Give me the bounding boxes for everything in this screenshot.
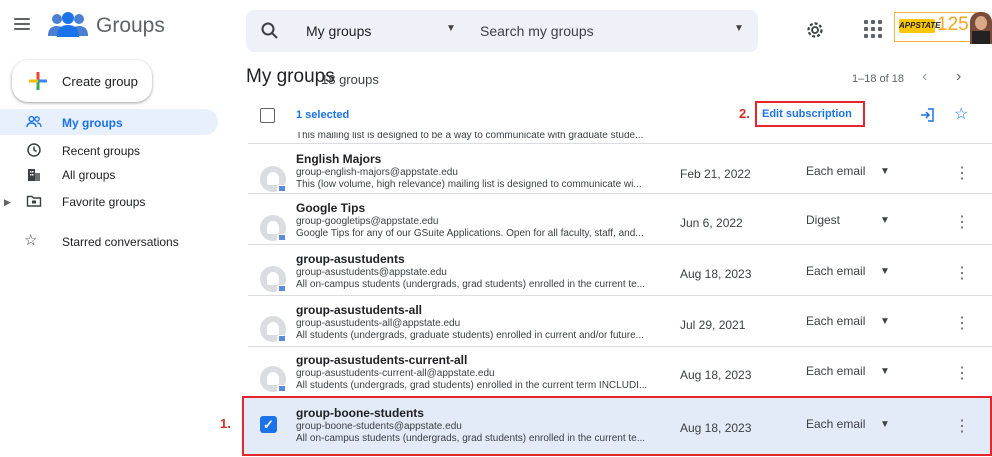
- clock-icon: [27, 143, 41, 157]
- group-name[interactable]: Google Tips: [296, 201, 365, 215]
- group-email: group-english-majors@appstate.edu: [296, 167, 458, 178]
- group-email: group-asustudents-current-all@appstate.e…: [296, 368, 495, 379]
- more-options-icon[interactable]: ⋮: [954, 212, 970, 231]
- brand-badge: APPSTATE: [899, 19, 940, 33]
- gear-icon[interactable]: [805, 20, 825, 40]
- annotation-step-2: 2.: [739, 106, 750, 121]
- subscription-select[interactable]: Digest: [806, 213, 840, 227]
- plus-icon: [29, 72, 47, 90]
- next-page-icon[interactable]: ›: [956, 68, 961, 86]
- selection-count: 1 selected: [296, 109, 350, 121]
- subscription-select[interactable]: Each email: [806, 364, 865, 378]
- annotation-step-1: 1.: [220, 416, 231, 431]
- group-date: Jun 6, 2022: [680, 216, 743, 230]
- group-avatar-icon: [260, 316, 287, 343]
- group-name[interactable]: English Majors: [296, 152, 381, 166]
- row-divider: [248, 143, 992, 144]
- main-menu-icon[interactable]: [14, 18, 30, 30]
- group-avatar-icon: [260, 366, 287, 393]
- chevron-down-icon[interactable]: ▼: [880, 316, 890, 327]
- more-options-icon[interactable]: ⋮: [954, 263, 970, 282]
- folder-icon: [26, 195, 42, 207]
- annotation-highlight-box: [242, 396, 992, 456]
- group-avatar-icon: [260, 166, 287, 193]
- group-avatar-icon: [260, 266, 287, 293]
- select-all-checkbox[interactable]: [260, 108, 275, 123]
- avatar[interactable]: [970, 12, 992, 44]
- subscription-select[interactable]: Each email: [806, 314, 865, 328]
- groups-logo-icon: [48, 12, 88, 37]
- group-date: Aug 18, 2023: [680, 368, 752, 382]
- group-date: Jul 29, 2021: [680, 318, 746, 332]
- search-input[interactable]: Search my groups: [480, 23, 594, 39]
- previous-page-icon[interactable]: ‹: [922, 68, 927, 86]
- group-email: group-googletips@appstate.edu: [296, 216, 439, 227]
- apps-grid-icon[interactable]: [864, 20, 882, 38]
- group-description: This (low volume, high relevance) mailin…: [296, 179, 642, 190]
- sidebar-item-label: Starred conversations: [62, 235, 179, 249]
- group-description: All students (undergrads, graduate stude…: [296, 330, 644, 341]
- star-icon: ☆: [24, 232, 38, 249]
- group-email: group-asustudents-all@appstate.edu: [296, 318, 461, 329]
- subscription-select[interactable]: Each email: [806, 264, 865, 278]
- group-description: Google Tips for any of our GSuite Applic…: [296, 228, 644, 239]
- partial-row-description: This mailing list is designed to be a wa…: [296, 132, 644, 141]
- building-icon: [28, 169, 40, 181]
- more-options-icon[interactable]: ⋮: [954, 313, 970, 332]
- favorite-star-icon[interactable]: ☆: [954, 104, 968, 124]
- sidebar-item-label: Recent groups: [62, 144, 141, 158]
- group-avatar-icon: [260, 215, 287, 242]
- sidebar-item-label: Favorite groups: [62, 195, 146, 209]
- expand-favorites-caret-icon[interactable]: ▶: [4, 197, 11, 208]
- chevron-down-icon[interactable]: ▼: [880, 366, 890, 377]
- group-name[interactable]: group-asustudents: [296, 252, 405, 266]
- group-email: group-asustudents@appstate.edu: [296, 267, 447, 278]
- group-count: 18 groups: [321, 72, 379, 87]
- brand-number: 125: [937, 14, 969, 35]
- sidebar-item-label: My groups: [62, 116, 123, 130]
- people-icon: [26, 115, 42, 128]
- chevron-down-icon[interactable]: ▼: [880, 166, 890, 177]
- edit-subscription-button[interactable]: Edit subscription: [762, 108, 852, 120]
- chevron-down-icon[interactable]: ▼: [880, 215, 890, 226]
- sidebar-item-label: All groups: [62, 168, 116, 182]
- search-scope-select[interactable]: My groups: [306, 23, 371, 39]
- search-icon[interactable]: [260, 21, 280, 41]
- group-name[interactable]: group-asustudents-all: [296, 303, 422, 317]
- scope-caret-icon[interactable]: ▼: [446, 23, 456, 34]
- search-options-caret-icon[interactable]: ▼: [734, 23, 744, 34]
- group-date: Aug 18, 2023: [680, 267, 752, 281]
- group-name[interactable]: group-asustudents-current-all: [296, 353, 467, 367]
- leave-group-icon[interactable]: [919, 107, 935, 123]
- more-options-icon[interactable]: ⋮: [954, 163, 970, 182]
- pagination-range: 1–18 of 18: [852, 73, 904, 85]
- subscription-select[interactable]: Each email: [806, 164, 865, 178]
- group-date: Feb 21, 2022: [680, 167, 751, 181]
- more-options-icon[interactable]: ⋮: [954, 363, 970, 382]
- group-description: All on-campus students (undergrads, grad…: [296, 279, 646, 290]
- create-group-label: Create group: [62, 74, 138, 89]
- app-title[interactable]: Groups: [96, 14, 165, 38]
- chevron-down-icon[interactable]: ▼: [880, 266, 890, 277]
- group-description: All students (undergrads, grad students)…: [296, 380, 648, 391]
